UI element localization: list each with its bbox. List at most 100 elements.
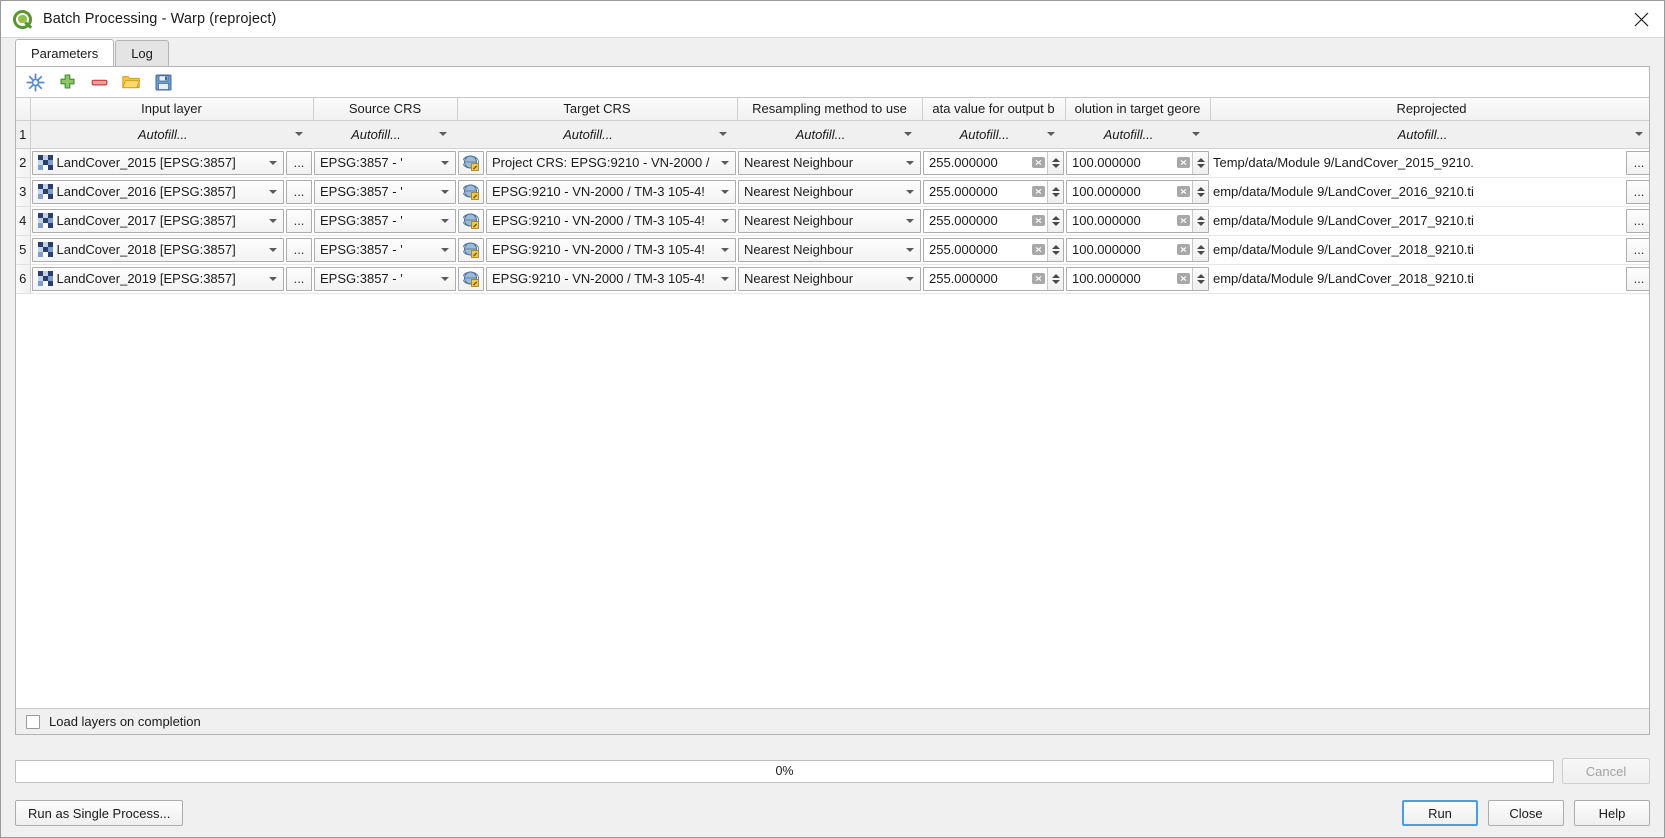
nodata-spinbox[interactable]: 255.000000 (923, 266, 1064, 291)
cell-source-crs[interactable]: EPSG:3857 - ' (313, 264, 457, 294)
target-crs-combo[interactable]: EPSG:9210 - VN-2000 / TM-3 105-4! (486, 237, 736, 262)
close-button[interactable]: Close (1488, 800, 1564, 826)
crs-select-icon[interactable] (458, 150, 484, 175)
load-layers-checkbox[interactable] (26, 714, 40, 729)
browse-output-button[interactable]: ... (1626, 150, 1649, 175)
output-path-label[interactable]: emp/data/Module 9/LandCover_2018_9210.ti (1211, 267, 1624, 291)
crs-select-icon[interactable] (458, 208, 484, 233)
advanced-parameters-icon[interactable] (24, 71, 46, 93)
tab-log[interactable]: Log (115, 40, 169, 66)
resolution-spinbox[interactable]: 100.000000 (1066, 150, 1209, 175)
clear-icon[interactable] (1174, 215, 1192, 226)
clear-icon[interactable] (1029, 186, 1047, 197)
browse-output-button[interactable]: ... (1626, 237, 1649, 262)
resolution-spinbox[interactable]: 100.000000 (1066, 266, 1209, 291)
target-crs-combo[interactable]: EPSG:9210 - VN-2000 / TM-3 105-4! (486, 208, 736, 233)
input-layer-combo[interactable]: LandCover_2015 [EPSG:3857] (31, 150, 284, 175)
cell-resampling[interactable]: Nearest Neighbour (737, 235, 922, 265)
resampling-combo[interactable]: Nearest Neighbour (738, 266, 921, 291)
autofill-resolution[interactable]: Autofill... (1065, 120, 1210, 149)
cell-reprojected[interactable]: emp/data/Module 9/LandCover_2016_9210.ti… (1210, 177, 1649, 207)
header-input-layer[interactable]: Input layer (30, 98, 314, 121)
browse-input-button[interactable]: ... (286, 266, 312, 291)
crs-select-icon[interactable] (458, 237, 484, 262)
target-crs-combo[interactable]: EPSG:9210 - VN-2000 / TM-3 105-4! (486, 266, 736, 291)
spinner-buttons[interactable] (1047, 209, 1063, 232)
cell-input-layer[interactable]: LandCover_2015 [EPSG:3857] ... (30, 148, 313, 178)
cell-input-layer[interactable]: LandCover_2017 [EPSG:3857] ... (30, 206, 313, 236)
close-icon[interactable] (1618, 1, 1664, 38)
browse-input-button[interactable]: ... (286, 150, 312, 175)
browse-output-button[interactable]: ... (1626, 179, 1649, 204)
cell-nodata[interactable]: 255.000000 (922, 235, 1065, 265)
crs-select-icon[interactable] (458, 179, 484, 204)
autofill-resampling[interactable]: Autofill... (737, 120, 922, 149)
spinner-buttons[interactable] (1047, 180, 1063, 203)
source-crs-combo[interactable]: EPSG:3857 - ' (314, 237, 456, 262)
cell-reprojected[interactable]: Temp/data/Module 9/LandCover_2015_9210. … (1210, 148, 1649, 178)
tab-parameters[interactable]: Parameters (15, 39, 115, 66)
nodata-spinbox[interactable]: 255.000000 (923, 237, 1064, 262)
output-path-label[interactable]: emp/data/Module 9/LandCover_2018_9210.ti (1211, 238, 1624, 262)
cell-input-layer[interactable]: LandCover_2018 [EPSG:3857] ... (30, 235, 313, 265)
resampling-combo[interactable]: Nearest Neighbour (738, 179, 921, 204)
remove-row-icon[interactable] (88, 71, 110, 93)
cell-resampling[interactable]: Nearest Neighbour (737, 264, 922, 294)
cell-nodata[interactable]: 255.000000 (922, 148, 1065, 178)
cell-resolution[interactable]: 100.000000 (1065, 264, 1210, 294)
cell-target-crs[interactable]: EPSG:9210 - VN-2000 / TM-3 105-4! (457, 177, 737, 207)
spinner-buttons[interactable] (1192, 209, 1208, 232)
autofill-nodata[interactable]: Autofill... (922, 120, 1065, 149)
cell-input-layer[interactable]: LandCover_2019 [EPSG:3857] ... (30, 264, 313, 294)
clear-icon[interactable] (1029, 215, 1047, 226)
save-icon[interactable] (152, 71, 174, 93)
clear-icon[interactable] (1174, 186, 1192, 197)
cell-source-crs[interactable]: EPSG:3857 - ' (313, 177, 457, 207)
resampling-combo[interactable]: Nearest Neighbour (738, 237, 921, 262)
spinner-buttons[interactable] (1192, 180, 1208, 203)
batch-table[interactable]: Input layer Source CRS Target CRS Resamp… (16, 97, 1649, 708)
cell-resolution[interactable]: 100.000000 (1065, 206, 1210, 236)
clear-icon[interactable] (1174, 273, 1192, 284)
cell-nodata[interactable]: 255.000000 (922, 206, 1065, 236)
cell-reprojected[interactable]: emp/data/Module 9/LandCover_2018_9210.ti… (1210, 235, 1649, 265)
cell-source-crs[interactable]: EPSG:3857 - ' (313, 235, 457, 265)
resampling-combo[interactable]: Nearest Neighbour (738, 208, 921, 233)
autofill-input-layer[interactable]: Autofill... (30, 120, 313, 149)
cell-reprojected[interactable]: emp/data/Module 9/LandCover_2018_9210.ti… (1210, 264, 1649, 294)
header-target-crs[interactable]: Target CRS (457, 98, 738, 121)
cell-resolution[interactable]: 100.000000 (1065, 177, 1210, 207)
resolution-spinbox[interactable]: 100.000000 (1066, 179, 1209, 204)
output-path-label[interactable]: Temp/data/Module 9/LandCover_2015_9210. (1211, 151, 1624, 175)
cell-target-crs[interactable]: EPSG:9210 - VN-2000 / TM-3 105-4! (457, 206, 737, 236)
source-crs-combo[interactable]: EPSG:3857 - ' (314, 150, 456, 175)
cell-source-crs[interactable]: EPSG:3857 - ' (313, 148, 457, 178)
cell-reprojected[interactable]: emp/data/Module 9/LandCover_2017_9210.ti… (1210, 206, 1649, 236)
cell-input-layer[interactable]: LandCover_2016 [EPSG:3857] ... (30, 177, 313, 207)
target-crs-combo[interactable]: EPSG:9210 - VN-2000 / TM-3 105-4! (486, 179, 736, 204)
resolution-spinbox[interactable]: 100.000000 (1066, 237, 1209, 262)
resolution-spinbox[interactable]: 100.000000 (1066, 208, 1209, 233)
help-button[interactable]: Help (1574, 800, 1650, 826)
input-layer-combo[interactable]: LandCover_2017 [EPSG:3857] (31, 208, 284, 233)
cell-source-crs[interactable]: EPSG:3857 - ' (313, 206, 457, 236)
spinner-buttons[interactable] (1192, 267, 1208, 290)
nodata-spinbox[interactable]: 255.000000 (923, 208, 1064, 233)
cell-resampling[interactable]: Nearest Neighbour (737, 206, 922, 236)
output-path-label[interactable]: emp/data/Module 9/LandCover_2016_9210.ti (1211, 180, 1624, 204)
cell-resampling[interactable]: Nearest Neighbour (737, 177, 922, 207)
nodata-spinbox[interactable]: 255.000000 (923, 179, 1064, 204)
open-icon[interactable] (120, 71, 142, 93)
cell-nodata[interactable]: 255.000000 (922, 177, 1065, 207)
autofill-reprojected[interactable]: Autofill... (1210, 120, 1649, 149)
run-button[interactable]: Run (1402, 800, 1478, 826)
autofill-target-crs[interactable]: Autofill... (457, 120, 737, 149)
browse-input-button[interactable]: ... (286, 237, 312, 262)
clear-icon[interactable] (1029, 157, 1047, 168)
header-resampling-method[interactable]: Resampling method to use (737, 98, 923, 121)
input-layer-combo[interactable]: LandCover_2019 [EPSG:3857] (31, 266, 284, 291)
load-layers-row[interactable]: Load layers on completion (16, 708, 1649, 734)
add-row-icon[interactable] (56, 71, 78, 93)
target-crs-combo[interactable]: Project CRS: EPSG:9210 - VN-2000 / (486, 150, 736, 175)
source-crs-combo[interactable]: EPSG:3857 - ' (314, 179, 456, 204)
